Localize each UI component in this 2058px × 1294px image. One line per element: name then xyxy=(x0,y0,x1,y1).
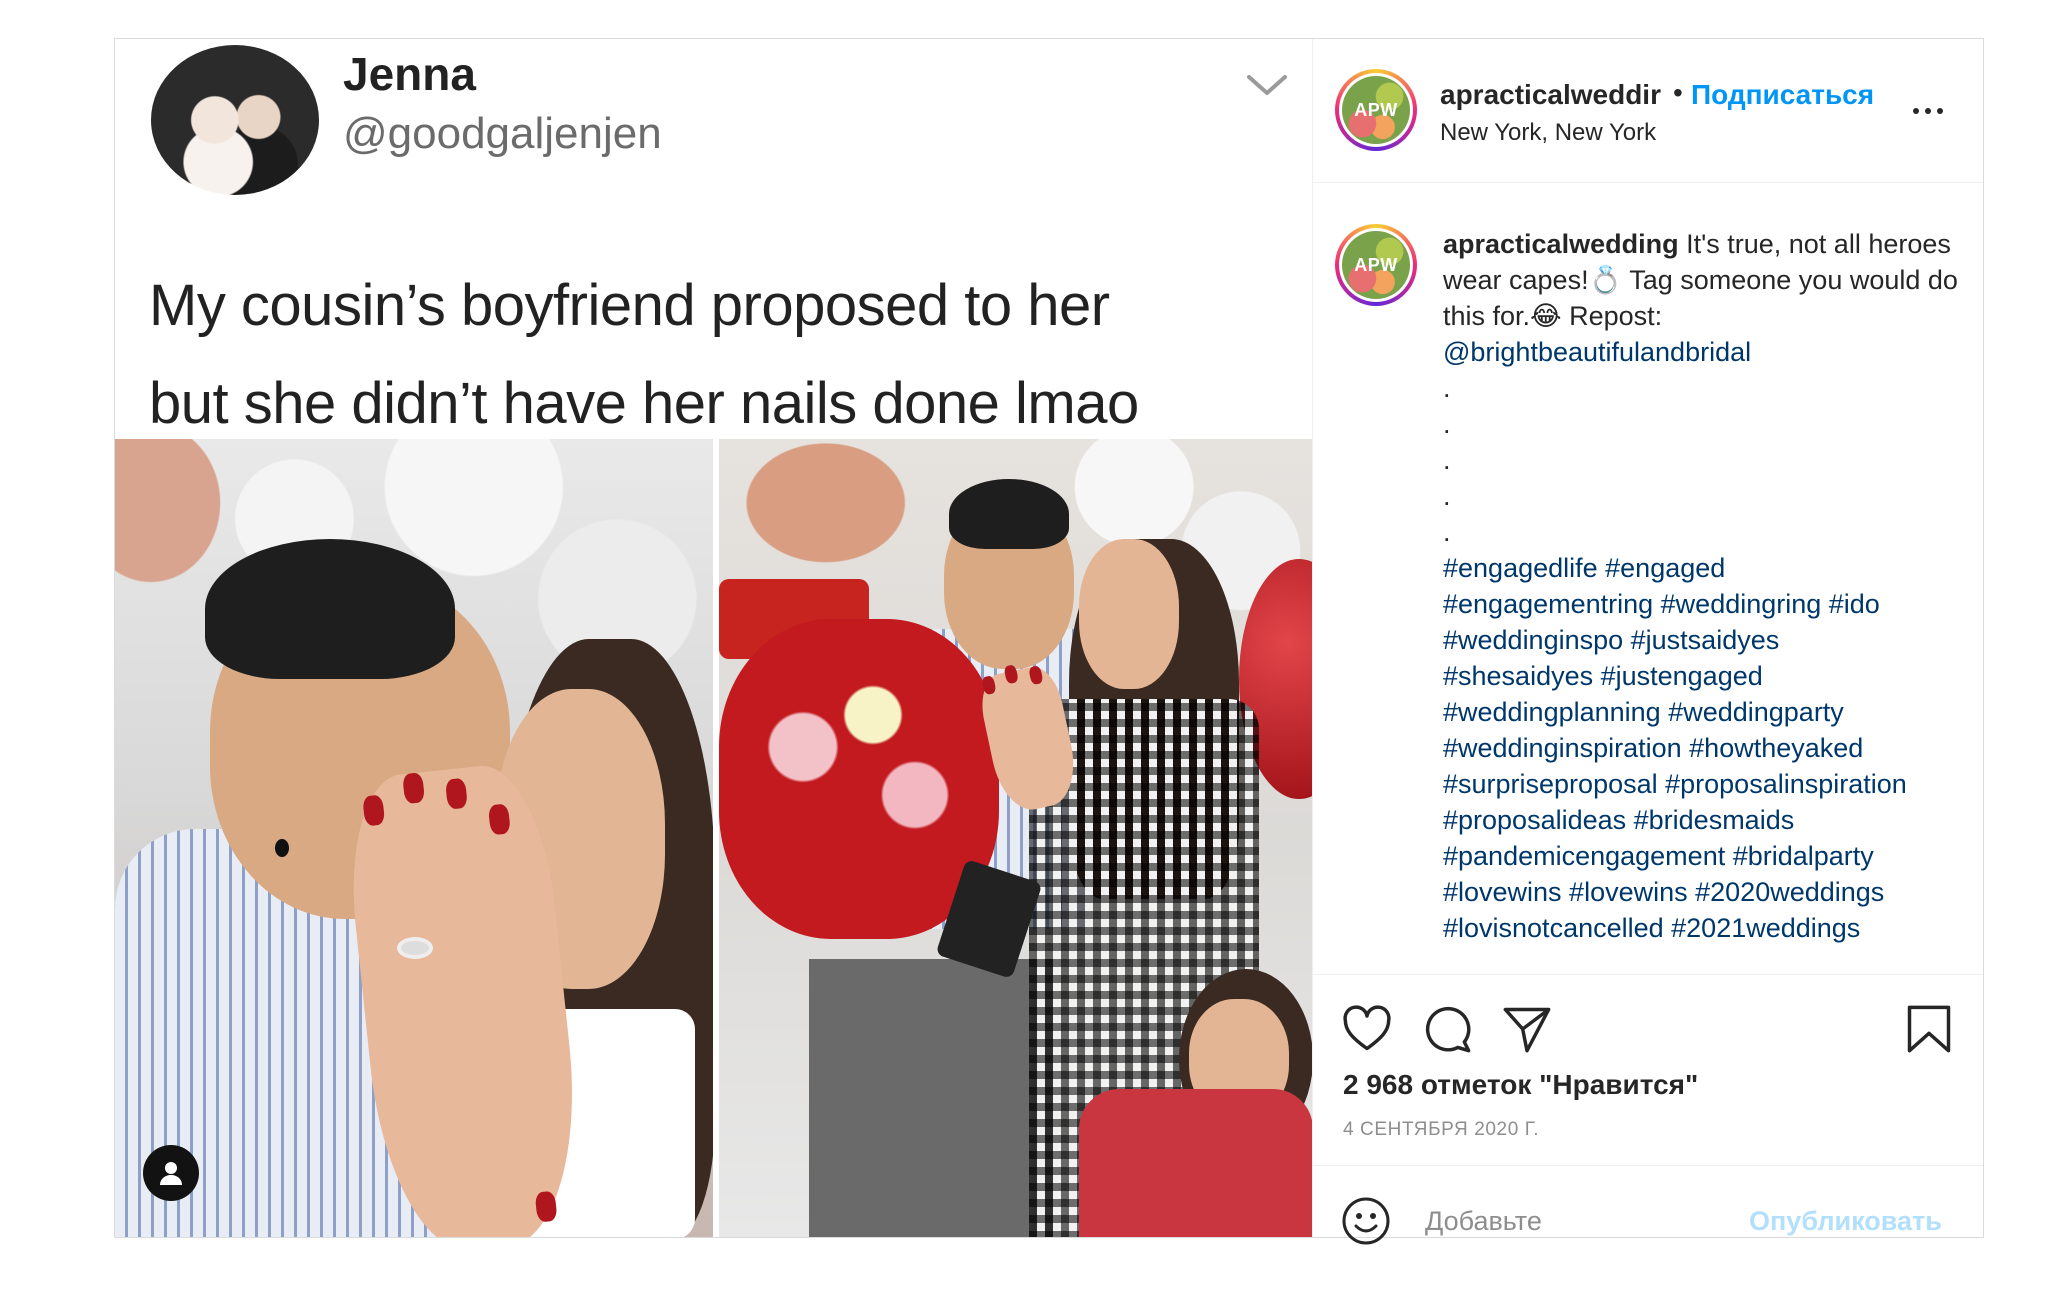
tweet-screenshot: Jenna @goodgaljenjen My cousin’s boyfrie… xyxy=(115,39,1312,439)
instagram-post: Jenna @goodgaljenjen My cousin’s boyfrie… xyxy=(114,38,1984,1246)
caption-dot: . xyxy=(1443,373,1451,403)
caption-hashtags[interactable]: #pandemicengagement #bridalparty xyxy=(1443,838,1963,874)
caption-username[interactable]: apracticalwedding xyxy=(1443,229,1679,259)
tweet-handle: @goodgaljenjen xyxy=(343,109,662,158)
heart-icon[interactable] xyxy=(1341,1003,1393,1055)
proposal-photos xyxy=(115,439,1312,1237)
tweet-text: My cousin’s boyfriend proposed to her bu… xyxy=(149,257,1289,453)
comment-bar: Опубликовать xyxy=(1313,1165,1983,1246)
author-avatar[interactable]: APW xyxy=(1335,69,1417,151)
caption-hashtags[interactable]: #engagedlife #engaged xyxy=(1443,550,1963,586)
caption-hashtags[interactable]: #weddingplanning #weddingparty xyxy=(1443,694,1963,730)
post-date[interactable]: 4 СЕНТЯБРЯ 2020 Г. xyxy=(1343,1119,1539,1141)
chevron-down-icon xyxy=(1247,75,1287,95)
avatar-image: APW xyxy=(1342,76,1410,144)
more-icon[interactable] xyxy=(1913,101,1953,121)
tweet-text-line: My cousin’s boyfriend proposed to her xyxy=(149,273,1110,338)
caption-hashtags[interactable]: #weddinginspo #justsaidyes xyxy=(1443,622,1963,658)
caption-hashtags[interactable]: #proposalideas #bridesmaids xyxy=(1443,802,1963,838)
comments-section[interactable]: APW apracticalwedding It's true, not all… xyxy=(1313,184,1983,974)
separator-dot: • xyxy=(1673,77,1683,108)
caption-dot: . xyxy=(1443,445,1451,475)
post-media[interactable]: Jenna @goodgaljenjen My cousin’s boyfrie… xyxy=(115,39,1313,1237)
post-sidebar: APW apracticalweddir • Подписаться New Y… xyxy=(1313,39,1983,1246)
caption-dot: . xyxy=(1443,481,1451,511)
comment-icon[interactable] xyxy=(1421,1003,1473,1055)
action-bar xyxy=(1313,974,1983,1062)
publish-button[interactable]: Опубликовать xyxy=(1749,1206,1942,1237)
caption-hashtags[interactable]: #surpriseproposal #proposalinspiration xyxy=(1443,766,1963,802)
caption-mention[interactable]: @brightbeautifulandbridal xyxy=(1443,334,1963,370)
caption-avatar[interactable]: APW xyxy=(1335,224,1417,306)
user-tag-button[interactable] xyxy=(143,1145,199,1201)
proposal-photo-closeup xyxy=(115,439,713,1237)
follow-button[interactable]: Подписаться xyxy=(1691,79,1874,111)
caption-hashtags[interactable]: #lovisnotcancelled #2021weddings xyxy=(1443,910,1963,946)
post-header: APW apracticalweddir • Подписаться New Y… xyxy=(1313,39,1983,183)
share-icon[interactable] xyxy=(1501,1003,1553,1055)
avatar-image: APW xyxy=(1342,231,1410,299)
caption-hashtags[interactable]: #weddinginspiration #howtheyaked xyxy=(1443,730,1963,766)
caption-hashtags[interactable]: #engagementring #weddingring #ido xyxy=(1443,586,1963,622)
caption-dot: . xyxy=(1443,409,1451,439)
tweet-avatar xyxy=(151,45,319,195)
user-tag-icon xyxy=(160,1162,182,1185)
post-location[interactable]: New York, New York xyxy=(1440,119,1656,147)
caption-dot: . xyxy=(1443,517,1451,547)
caption-hashtags[interactable]: #lovewins #lovewins #2020weddings xyxy=(1443,874,1963,910)
post-caption: apracticalwedding It's true, not all her… xyxy=(1443,226,1963,946)
likes-count[interactable]: 2 968 отметок "Нравится" xyxy=(1343,1069,1698,1101)
bookmark-icon[interactable] xyxy=(1903,1003,1955,1055)
caption-hashtags[interactable]: #shesaidyes #justengaged xyxy=(1443,658,1963,694)
tweet-name: Jenna xyxy=(343,48,476,100)
comment-input[interactable] xyxy=(1425,1196,1805,1246)
proposal-photo-wide xyxy=(718,439,1312,1237)
emoji-icon[interactable] xyxy=(1341,1196,1391,1246)
author-username[interactable]: apracticalweddir xyxy=(1440,79,1661,111)
